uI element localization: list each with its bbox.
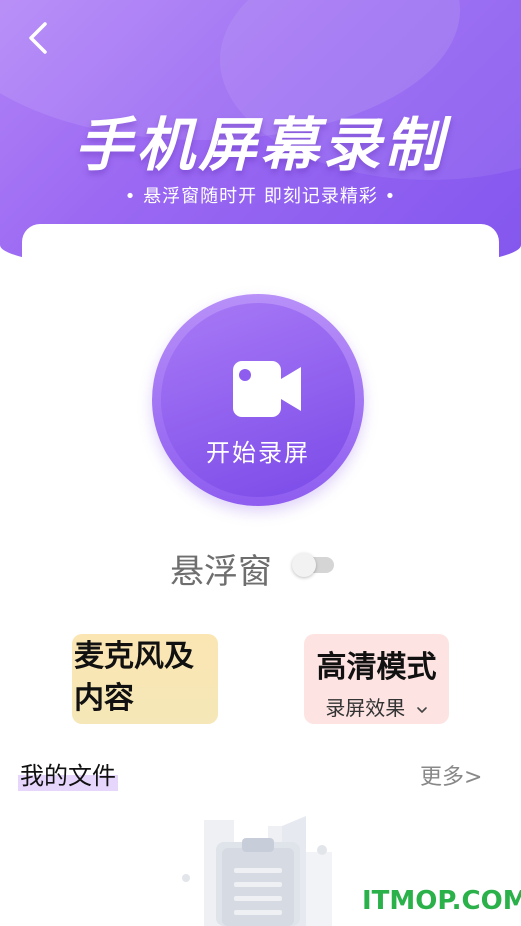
floating-window-toggle[interactable]	[292, 553, 334, 577]
back-button[interactable]	[22, 20, 54, 56]
record-effect-label: 录屏效果	[325, 696, 406, 720]
empty-files-illustration-icon	[182, 816, 332, 926]
hd-mode-label: 高清模式	[316, 650, 437, 685]
chevron-left-icon	[29, 22, 47, 54]
screen: 手机屏幕录制 • 悬浮窗随时开 即刻记录精彩 • 开始录屏 悬浮窗 麦克风及内容…	[0, 0, 521, 926]
start-record-inner: 开始录屏	[161, 303, 355, 497]
chevron-down-icon	[416, 706, 427, 713]
hd-mode-option-button[interactable]: 高清模式 录屏效果	[304, 634, 449, 724]
microphone-option-label: 麦克风及内容	[74, 639, 194, 716]
microphone-option-button[interactable]: 麦克风及内容	[72, 634, 218, 724]
page-title: 手机屏幕录制	[74, 111, 447, 179]
floating-window-label: 悬浮窗	[170, 552, 272, 592]
page-subtitle: • 悬浮窗随时开 即刻记录精彩 •	[124, 186, 397, 207]
toggle-knob	[292, 553, 316, 577]
my-files-heading: 我的文件	[18, 756, 118, 791]
record-effect-dropdown[interactable]: 录屏效果	[304, 692, 449, 721]
video-camera-icon	[233, 361, 301, 417]
more-files-link[interactable]: 更多>	[420, 759, 482, 791]
watermark-text: ITMOP.COM	[362, 886, 521, 916]
start-record-button[interactable]: 开始录屏	[152, 294, 364, 506]
start-record-label: 开始录屏	[206, 439, 310, 467]
